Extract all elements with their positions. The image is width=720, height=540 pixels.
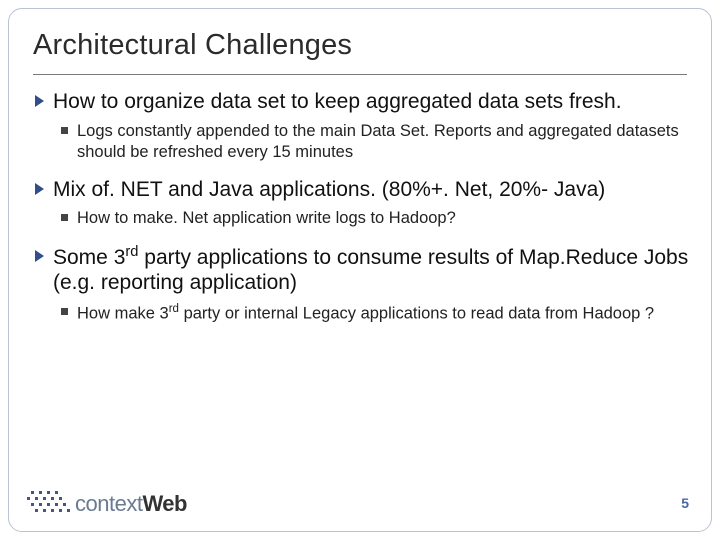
logo-text-left: context — [75, 491, 142, 516]
slide-card: Architectural Challenges How to organize… — [8, 8, 712, 532]
bullet-3: Some 3rd party applications to consume r… — [31, 244, 689, 296]
bullet-1-sub-1: Logs constantly appended to the main Dat… — [31, 121, 689, 163]
slide-title: Architectural Challenges — [9, 9, 711, 70]
bullet-2: Mix of. NET and Java applications. (80%+… — [31, 177, 689, 203]
logo-text: contextWeb — [75, 491, 187, 517]
title-divider — [33, 74, 687, 75]
brand-logo: contextWeb — [27, 491, 187, 517]
page-number: 5 — [681, 495, 689, 511]
bullet-2-sub-1: How to make. Net application write logs … — [31, 208, 689, 229]
logo-text-right: Web — [142, 491, 187, 516]
bullet-1: How to organize data set to keep aggrega… — [31, 89, 689, 115]
bullet-3-sub-1: How make 3rd party or internal Legacy ap… — [31, 302, 689, 325]
slide-body: How to organize data set to keep aggrega… — [9, 89, 711, 324]
logo-icon — [27, 491, 73, 517]
